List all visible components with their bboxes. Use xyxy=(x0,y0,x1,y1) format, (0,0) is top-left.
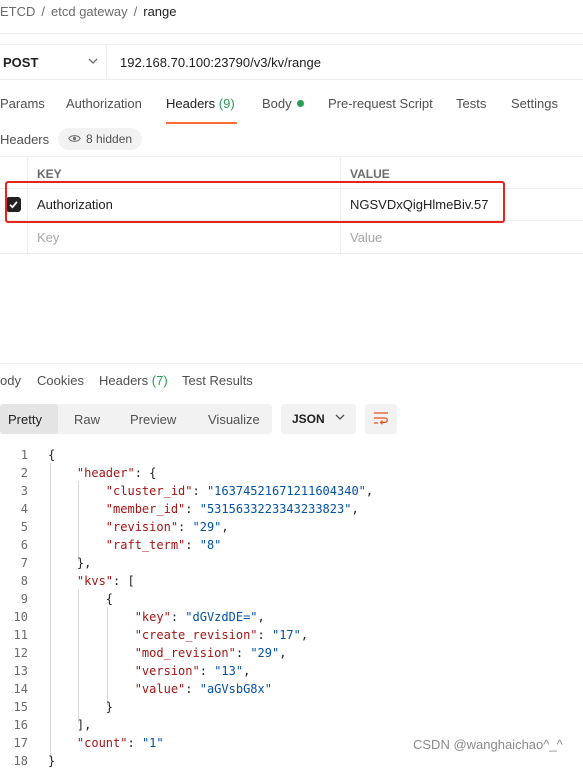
code-line: "member_id": "5315633223343233823", xyxy=(105,502,359,516)
line-number: 10 xyxy=(13,610,28,624)
line-number: 3 xyxy=(20,484,28,498)
tab-cookies[interactable]: Cookies xyxy=(37,373,84,388)
line-number: 5 xyxy=(20,520,28,534)
eye-icon xyxy=(68,132,81,146)
code-line: "kvs": [ xyxy=(76,574,135,588)
line-number: 9 xyxy=(20,592,28,606)
hidden-headers-toggle[interactable]: 8 hidden xyxy=(58,128,143,150)
method-label: POST xyxy=(3,54,39,70)
method-select[interactable]: POST xyxy=(0,44,105,80)
wrap-lines-button[interactable] xyxy=(365,404,397,434)
tab-response-headers-count: (7) xyxy=(151,373,168,388)
line-number: 18 xyxy=(13,754,28,768)
breadcrumb-separator: / xyxy=(41,3,46,19)
tab-test-results[interactable]: Test Results xyxy=(182,373,253,388)
row-checkbox-cell xyxy=(0,221,28,254)
code-line: "key": "dGVzdDE=", xyxy=(134,610,265,624)
code-line: } xyxy=(48,700,114,714)
language-select[interactable]: JSON xyxy=(281,404,356,434)
line-number: 7 xyxy=(20,556,28,570)
tab-headers-count: (9) xyxy=(218,96,235,111)
tab-headers-label: Headers xyxy=(166,96,216,111)
body-indicator-dot xyxy=(296,100,304,107)
code-line: "cluster_id": "16374521671211604340", xyxy=(105,484,374,498)
line-number: 14 xyxy=(13,682,28,696)
code-line: ], xyxy=(48,718,92,732)
breadcrumb-item[interactable]: etcd gateway xyxy=(51,4,128,19)
tab-response-body[interactable]: ody xyxy=(0,373,21,388)
code-line: "value": "aGVsbG8x" xyxy=(134,682,272,696)
tab-authorization[interactable]: Authorization xyxy=(66,96,142,111)
format-raw[interactable]: Raw xyxy=(74,404,100,434)
format-visualize[interactable]: Visualize xyxy=(208,404,260,434)
line-number: 16 xyxy=(13,718,28,732)
tab-response-headers[interactable]: Headers (7) xyxy=(99,373,168,388)
chevron-down-icon xyxy=(88,56,98,69)
tab-body-label: Body xyxy=(262,96,292,111)
value-input-placeholder[interactable]: Value xyxy=(341,221,583,254)
code-line: "header": { xyxy=(76,466,157,480)
line-number: 13 xyxy=(13,664,28,678)
highlight-box xyxy=(5,181,505,223)
code-line: "raft_term": "8" xyxy=(105,538,222,552)
tab-body[interactable]: Body xyxy=(262,96,304,111)
line-number: 6 xyxy=(20,538,28,552)
tab-response-headers-label: Headers xyxy=(99,373,149,388)
code-line: "revision": "29", xyxy=(105,520,229,534)
tab-pre-request-script[interactable]: Pre-request Script xyxy=(328,96,433,111)
divider xyxy=(0,33,583,34)
format-pretty[interactable]: Pretty xyxy=(0,404,58,434)
code-line: "mod_revision": "29", xyxy=(134,646,287,660)
divider xyxy=(0,363,583,364)
table-row-empty: Key Value xyxy=(0,221,583,254)
line-number: 4 xyxy=(20,502,28,516)
hidden-count: 8 hidden xyxy=(86,132,133,146)
code-line: } xyxy=(48,754,56,768)
format-preview[interactable]: Preview xyxy=(130,404,176,434)
chevron-down-icon xyxy=(335,412,345,425)
language-label: JSON xyxy=(292,412,325,426)
line-number: 2 xyxy=(20,466,28,480)
breadcrumb: ETCD / etcd gateway / range xyxy=(0,0,177,22)
line-number: 11 xyxy=(13,628,28,642)
code-line: { xyxy=(48,448,56,462)
tab-tests[interactable]: Tests xyxy=(456,96,486,111)
watermark: CSDN @wanghaichao^_^ xyxy=(413,737,563,752)
line-number: 15 xyxy=(13,700,28,714)
breadcrumb-current[interactable]: range xyxy=(143,4,176,19)
breadcrumb-separator: / xyxy=(133,3,138,19)
line-number: 1 xyxy=(20,448,28,462)
line-number: 12 xyxy=(13,646,28,660)
key-input-placeholder[interactable]: Key xyxy=(28,221,341,254)
code-line: }, xyxy=(48,556,92,570)
tab-settings[interactable]: Settings xyxy=(511,96,558,111)
headers-section-label: Headers xyxy=(0,132,50,147)
format-toggle-group: Pretty Raw Preview Visualize xyxy=(0,404,272,434)
url-input[interactable]: 192.168.70.100:23790/v3/kv/range xyxy=(106,44,583,80)
code-line: { xyxy=(48,592,114,606)
breadcrumb-item[interactable]: ETCD xyxy=(0,4,35,19)
wrap-lines-icon xyxy=(373,411,389,428)
code-line: "version": "13", xyxy=(134,664,251,678)
tab-params[interactable]: Params xyxy=(0,96,45,111)
url-text: 192.168.70.100:23790/v3/kv/range xyxy=(120,54,321,70)
line-number: 8 xyxy=(20,574,28,588)
line-number: 17 xyxy=(13,736,28,750)
code-line: "create_revision": "17", xyxy=(134,628,309,642)
tab-headers[interactable]: Headers (9) xyxy=(166,96,237,124)
code-line: "count": "1" xyxy=(76,736,164,750)
